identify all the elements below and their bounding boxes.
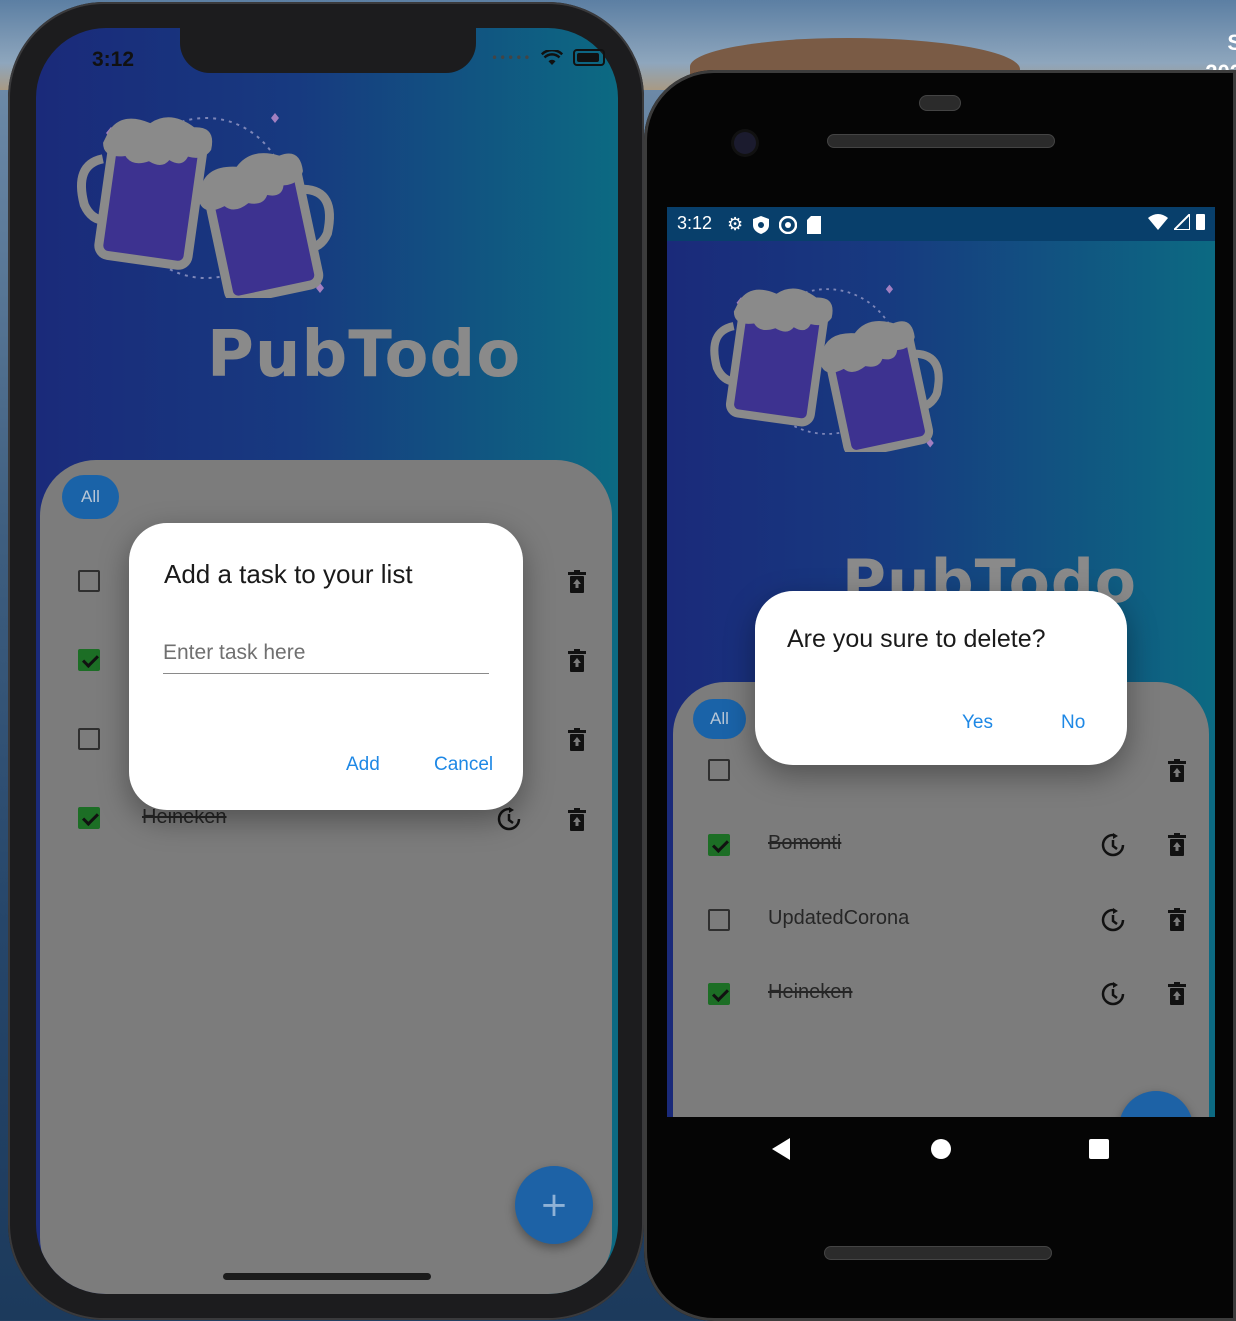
signal-dots-icon: ••••• (491, 50, 532, 65)
task-label-2: Bomonti (768, 832, 842, 854)
sd-card-icon (807, 215, 822, 234)
trash-icon[interactable] (1164, 980, 1190, 1008)
dialog-title: Add a task to your list (164, 559, 413, 589)
trash-icon[interactable] (1164, 757, 1190, 785)
add-button[interactable]: Add (346, 754, 380, 776)
no-button[interactable]: No (1061, 712, 1085, 734)
task-checkbox-4[interactable] (708, 983, 730, 1005)
ios-status-time: 3:12 (92, 48, 135, 71)
restore-icon[interactable] (496, 805, 522, 833)
beer-mugs-logo (76, 113, 334, 298)
trash-icon[interactable] (1164, 906, 1190, 934)
task-checkbox-2[interactable] (78, 649, 100, 671)
nav-home-icon[interactable] (931, 1139, 951, 1159)
yes-button[interactable]: Yes (962, 712, 993, 734)
android-status-bar: 3:12 ⚙ (667, 207, 1215, 241)
desktop-corner-text-1: S (1227, 30, 1236, 55)
task-label-4: Heineken (768, 981, 853, 1003)
trash-icon[interactable] (564, 647, 590, 675)
earpiece (919, 95, 961, 111)
signal-icon (1174, 214, 1190, 230)
ios-home-indicator[interactable] (223, 1273, 431, 1280)
task-checkbox-1[interactable] (708, 759, 730, 781)
trash-icon[interactable] (564, 806, 590, 834)
android-status-time: 3:12 (677, 213, 713, 233)
task-checkbox-2[interactable] (708, 834, 730, 856)
front-camera (734, 132, 756, 154)
restore-icon[interactable] (1100, 906, 1126, 934)
task-checkbox-3[interactable] (708, 909, 730, 931)
iphone-device-frame: 3:12 ••••• PubTodo All Heineken + Add a … (8, 2, 644, 1320)
bottom-speaker-grille (824, 1246, 1052, 1260)
wifi-icon (541, 49, 564, 65)
restore-icon[interactable] (1100, 831, 1126, 859)
trash-icon[interactable] (1164, 831, 1190, 859)
cancel-button[interactable]: Cancel (434, 754, 493, 776)
task-checkbox-4[interactable] (78, 807, 100, 829)
task-label-3: UpdatedCorona (768, 907, 910, 929)
dialog-title: Are you sure to delete? (787, 625, 1046, 653)
nav-back-icon[interactable] (772, 1138, 790, 1160)
add-task-dialog: Add a task to your list Add Cancel (129, 523, 523, 810)
task-checkbox-1[interactable] (78, 570, 100, 592)
status-notification-icons: ⚙ (727, 214, 822, 235)
nav-recents-icon[interactable] (1089, 1139, 1109, 1159)
ios-status-icons: ••••• (491, 49, 606, 66)
trash-icon[interactable] (564, 726, 590, 754)
task-input[interactable] (163, 641, 489, 674)
filter-chip-all[interactable]: All (693, 699, 746, 739)
restore-icon[interactable] (1100, 980, 1126, 1008)
app-title: PubTodo (207, 318, 522, 392)
add-task-fab[interactable]: + (1119, 1091, 1193, 1117)
iphone-notch (180, 28, 476, 73)
top-speaker-grille (827, 134, 1055, 148)
add-task-fab[interactable]: + (515, 1166, 593, 1244)
shield-icon (753, 215, 770, 234)
battery-icon (573, 49, 606, 66)
trash-icon[interactable] (564, 568, 590, 596)
wifi-icon (1148, 214, 1168, 230)
status-system-icons (1148, 214, 1205, 230)
delete-confirm-dialog: Are you sure to delete? Yes No (755, 591, 1127, 765)
battery-icon (1196, 214, 1205, 230)
beer-mugs-logo (710, 284, 943, 452)
task-checkbox-3[interactable] (78, 728, 100, 750)
gear-icon: ⚙ (727, 214, 744, 234)
filter-chip-all[interactable]: All (62, 475, 119, 519)
android-device-frame: 3:12 ⚙ PubTodo All Bomonti UpdatedCorona… (644, 70, 1236, 1321)
vpn-icon (779, 215, 798, 234)
